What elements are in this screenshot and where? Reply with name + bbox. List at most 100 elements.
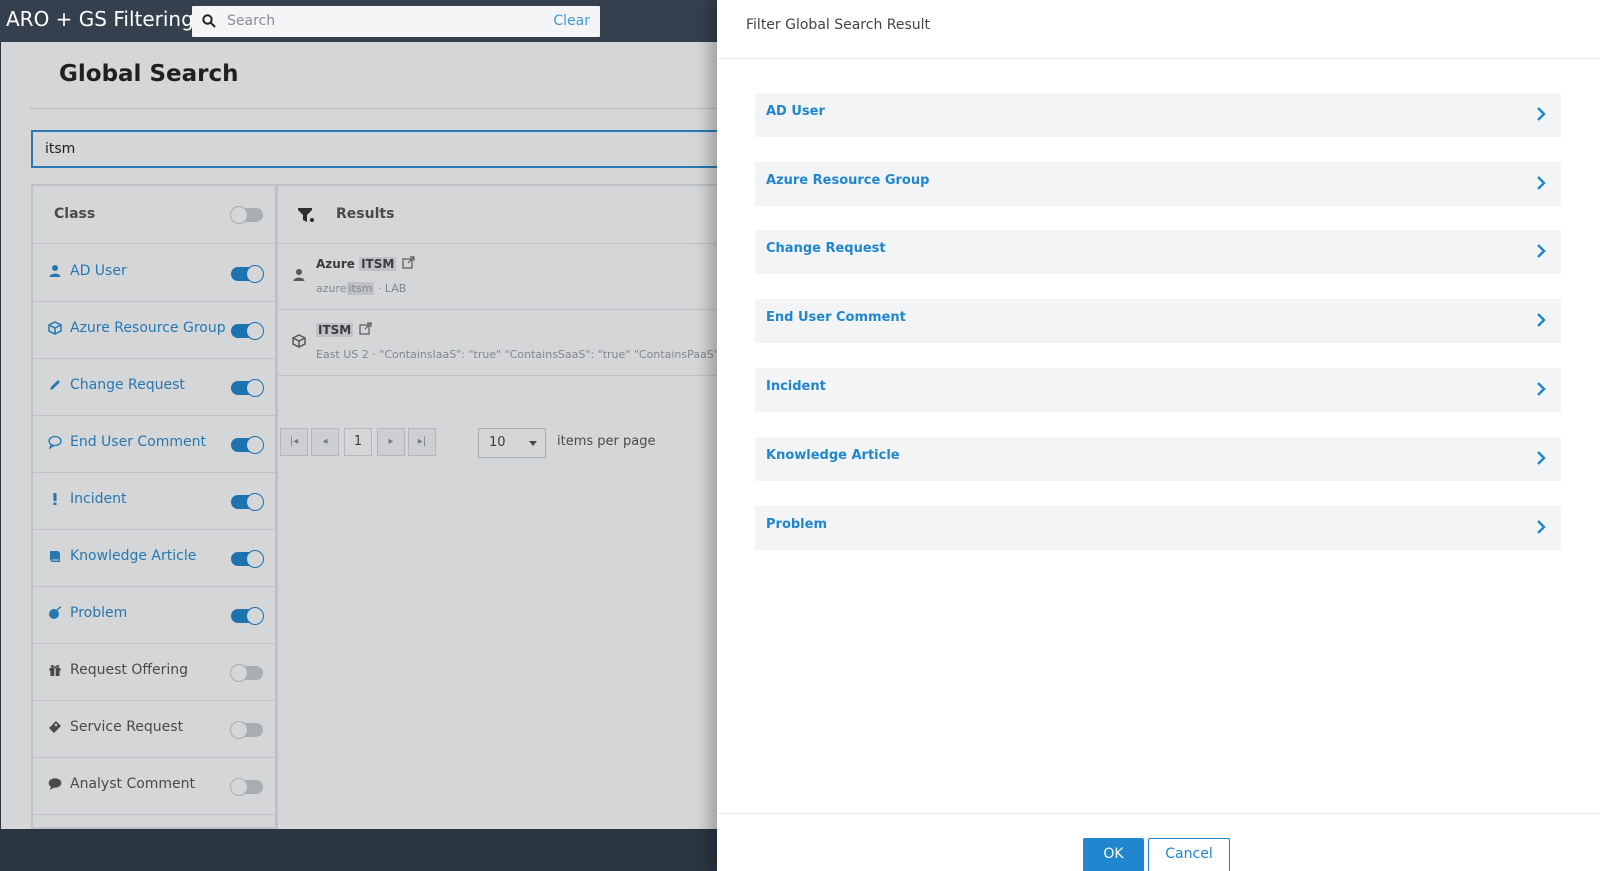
class-toggle[interactable] <box>230 721 263 739</box>
ok-button[interactable]: OK <box>1083 838 1144 871</box>
current-page[interactable]: 1 <box>344 428 372 456</box>
class-label: Azure Resource Group <box>70 320 226 336</box>
filter-label: Problem <box>766 517 827 532</box>
class-row-ad-user[interactable]: AD User <box>33 244 275 302</box>
chevron-right-icon <box>1537 176 1546 190</box>
class-toggle[interactable] <box>231 265 264 283</box>
results-header: Results <box>278 186 732 244</box>
page-title: Global Search <box>59 61 239 87</box>
result-subtitle: East US 2 · "ContainsIaaS": "true" "Cont… <box>316 348 736 361</box>
results-header-label: Results <box>336 206 395 222</box>
comment-icon <box>48 778 62 790</box>
class-label: Change Request <box>70 377 185 393</box>
result-item[interactable]: ITSM East US 2 · "ContainsIaaS": "true" … <box>278 310 736 376</box>
filter-dialog: Filter Global Search Result AD User Azur… <box>717 0 1600 871</box>
filter-icon[interactable] <box>297 206 315 224</box>
query-value[interactable]: itsm <box>45 141 75 157</box>
class-toggle[interactable] <box>231 493 264 511</box>
class-row-service-request[interactable]: Service Request <box>33 700 275 758</box>
title-divider <box>30 108 730 109</box>
filter-row-knowledge-article[interactable]: Knowledge Article <box>755 437 1561 481</box>
prev-page-button[interactable]: ◂ <box>311 428 339 456</box>
class-row-problem[interactable]: Problem <box>33 586 275 644</box>
app-title: ARO + GS Filtering <box>6 7 194 31</box>
search-placeholder[interactable]: Search <box>227 13 275 29</box>
external-link-icon[interactable] <box>359 322 372 335</box>
filter-row-azure-resource-group[interactable]: Azure Resource Group <box>755 162 1561 206</box>
gift-icon <box>49 665 61 676</box>
class-label: Incident <box>70 491 127 507</box>
class-row-knowledge-article[interactable]: Knowledge Article <box>33 529 275 587</box>
page-size-select[interactable]: 10 <box>478 428 546 458</box>
class-toggle[interactable] <box>231 607 264 625</box>
class-row-azure-resource-group[interactable]: Azure Resource Group <box>33 301 275 359</box>
class-toggle[interactable] <box>231 379 264 397</box>
bomb-icon <box>49 606 61 619</box>
clear-link[interactable]: Clear <box>553 13 590 29</box>
class-label: End User Comment <box>70 434 207 450</box>
bottom-bar <box>0 829 717 871</box>
user-icon <box>293 269 305 281</box>
chevron-down-icon <box>529 441 537 446</box>
ticket-icon <box>49 721 61 733</box>
last-page-button[interactable]: ▸| <box>408 428 436 456</box>
search-icon <box>202 14 216 28</box>
items-per-page-label: items per page <box>557 434 656 449</box>
filter-label: AD User <box>766 104 825 119</box>
filter-label: Azure Resource Group <box>766 173 930 188</box>
chevron-right-icon <box>1537 313 1546 327</box>
result-subtitle: azure itsm · LAB <box>316 282 407 295</box>
filter-row-end-user-comment[interactable]: End User Comment <box>755 299 1561 343</box>
filter-row-problem[interactable]: Problem <box>755 506 1561 550</box>
chevron-right-icon <box>1537 107 1546 121</box>
chevron-right-icon <box>1537 451 1546 465</box>
filter-label: End User Comment <box>766 310 906 325</box>
dialog-title: Filter Global Search Result <box>746 17 931 33</box>
chevron-right-icon <box>1537 244 1546 258</box>
class-all-toggle[interactable] <box>230 206 263 224</box>
class-label: Knowledge Article <box>70 548 197 564</box>
filter-row-incident[interactable]: Incident <box>755 368 1561 412</box>
filter-label: Change Request <box>766 241 886 256</box>
filter-row-ad-user[interactable]: AD User <box>755 93 1561 137</box>
query-input[interactable]: itsm <box>31 130 731 168</box>
result-title[interactable]: Azure ITSM <box>316 256 415 271</box>
class-toggle[interactable] <box>231 550 264 568</box>
footer-divider <box>717 813 1600 814</box>
filter-label: Incident <box>766 379 826 394</box>
comment-outline-icon <box>48 435 62 449</box>
page-size-value: 10 <box>489 435 506 450</box>
results-panel: Results Azure ITSM azure itsm · LAB ITSM … <box>277 184 736 829</box>
global-search-page: Global Search itsm Class AD User Azure R… <box>1 42 735 829</box>
external-link-icon[interactable] <box>402 256 415 269</box>
class-toggle[interactable] <box>230 664 263 682</box>
next-page-button[interactable]: ▸ <box>377 428 405 456</box>
class-toggle[interactable] <box>231 322 264 340</box>
class-label: Analyst Comment <box>70 776 196 792</box>
cancel-button[interactable]: Cancel <box>1148 838 1230 871</box>
cube-icon <box>48 321 62 335</box>
class-header: Class <box>33 186 275 244</box>
dialog-divider <box>717 58 1600 59</box>
result-item[interactable]: Azure ITSM azure itsm · LAB <box>278 244 732 310</box>
class-toggle[interactable] <box>230 778 263 796</box>
class-label: Request Offering <box>70 662 189 678</box>
result-title[interactable]: ITSM <box>316 322 372 337</box>
class-row-request-offering[interactable]: Request Offering <box>33 643 275 701</box>
class-label: AD User <box>70 263 127 279</box>
class-toggle[interactable] <box>231 436 264 454</box>
book-icon <box>50 551 60 562</box>
class-row-incident[interactable]: Incident <box>33 472 275 530</box>
class-label: Problem <box>70 605 128 621</box>
exclamation-icon <box>53 493 57 505</box>
first-page-button[interactable]: |◂ <box>280 428 308 456</box>
class-filter-panel: Class AD User Azure Resource Group Chang… <box>31 184 277 829</box>
class-row-end-user-comment[interactable]: End User Comment <box>33 415 275 473</box>
filter-row-change-request[interactable]: Change Request <box>755 230 1561 274</box>
global-search-box[interactable]: Search Clear <box>192 6 600 37</box>
class-row-analyst-comment[interactable]: Analyst Comment <box>33 757 275 815</box>
class-row-change-request[interactable]: Change Request <box>33 358 275 416</box>
class-header-label: Class <box>54 206 96 222</box>
user-icon <box>49 265 61 277</box>
cube-icon <box>292 334 306 348</box>
